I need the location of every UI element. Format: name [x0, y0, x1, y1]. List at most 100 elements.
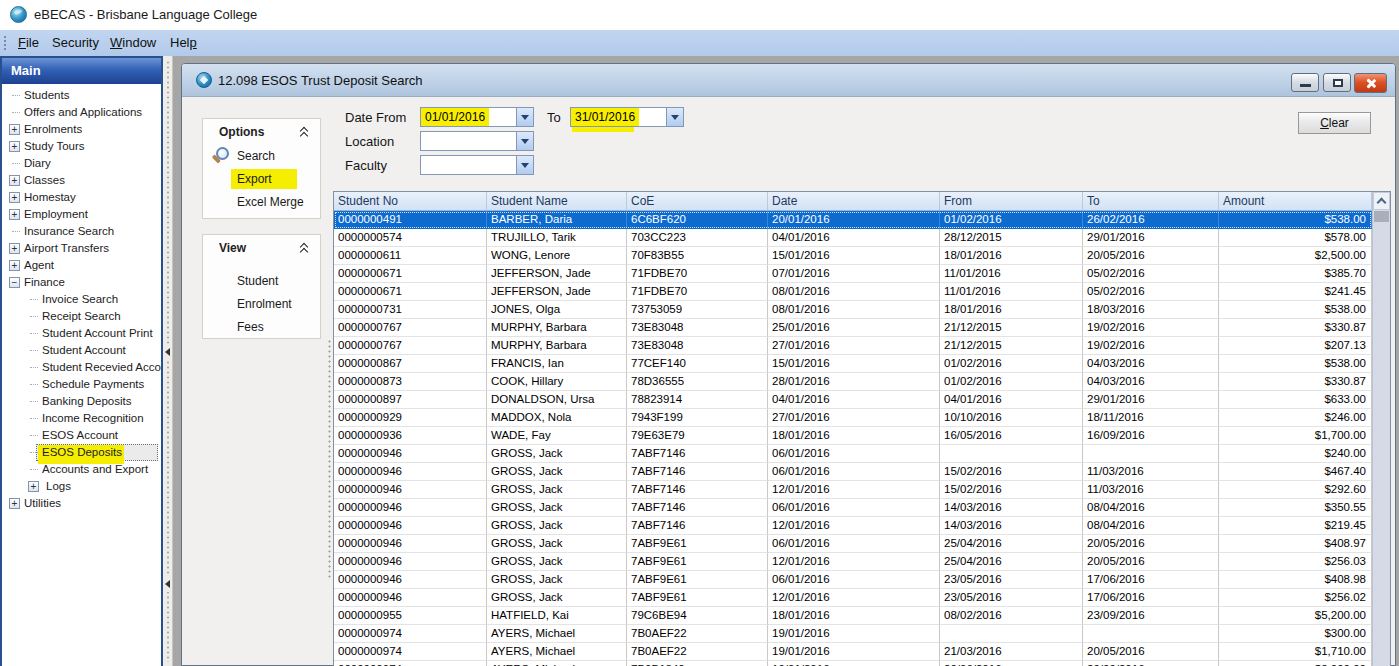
scroll-thumb[interactable]: [1374, 211, 1389, 222]
collapse-panel-icon[interactable]: [299, 243, 310, 255]
sidebar-item-utilities[interactable]: +Utilities: [2, 495, 161, 512]
table-row[interactable]: 0000000671JEFFERSON, Jade71FDBE7007/01/2…: [334, 265, 1372, 283]
sidebar-item-study-tours[interactable]: +Study Tours: [2, 138, 161, 155]
scroll-up-button[interactable]: [1373, 192, 1390, 210]
sidebar-item-esos-account[interactable]: ESOS Account: [2, 427, 161, 444]
option-student[interactable]: Student: [203, 270, 320, 293]
expand-icon[interactable]: +: [28, 481, 39, 492]
sidebar-item-student-account-print[interactable]: Student Account Print: [2, 325, 161, 342]
sidebar-item-schedule-payments[interactable]: Schedule Payments: [2, 376, 161, 393]
vertical-scrollbar[interactable]: [1372, 192, 1390, 666]
column-header-from[interactable]: From: [940, 192, 1083, 210]
table-row[interactable]: 0000000897DONALDSON, Ursa7882391404/01/2…: [334, 391, 1372, 409]
table-row[interactable]: 0000000946GROSS, Jack7ABF714612/01/20161…: [334, 517, 1372, 535]
collapse-left-icon[interactable]: [165, 348, 170, 356]
option-enrolment[interactable]: Enrolment: [203, 293, 320, 316]
sidebar-item-invoice-search[interactable]: Invoice Search: [2, 291, 161, 308]
table-row[interactable]: 0000000731JONES, Olga7375305908/01/20161…: [334, 301, 1372, 319]
collapse-panel-icon[interactable]: [299, 127, 310, 139]
column-header-student-no[interactable]: Student No: [334, 192, 487, 210]
table-row[interactable]: 0000000671JEFFERSON, Jade71FDBE7008/01/2…: [334, 283, 1372, 301]
sidebar-item-student-account[interactable]: Student Account: [2, 342, 161, 359]
table-row[interactable]: 0000000946GROSS, Jack7ABF9E6106/01/20162…: [334, 571, 1372, 589]
table-row[interactable]: 0000000955HATFIELD, Kai79C6BE9418/01/201…: [334, 607, 1372, 625]
menu-file[interactable]: File: [18, 30, 39, 56]
option-search[interactable]: Search: [203, 145, 320, 168]
table-row[interactable]: 0000000929MADDOX, Nola7943F19927/01/2016…: [334, 409, 1372, 427]
table-row[interactable]: 0000000946GROSS, Jack7ABF714606/01/2016$…: [334, 445, 1372, 463]
sidebar-splitter[interactable]: [163, 56, 173, 666]
column-header-coe[interactable]: CoE: [627, 192, 768, 210]
option-export[interactable]: Export: [203, 168, 320, 191]
sidebar-item-homestay[interactable]: +Homestay: [2, 189, 161, 206]
menu-window[interactable]: Window: [110, 30, 156, 56]
sidebar-item-offers-and-applications[interactable]: Offers and Applications: [2, 104, 161, 121]
options-panel-header[interactable]: Options: [203, 119, 320, 145]
sidebar-item-insurance-search[interactable]: Insurance Search: [2, 223, 161, 240]
sidebar-item-finance[interactable]: −Finance: [2, 274, 161, 291]
sidebar-item-student-recevied-accou[interactable]: Student Recevied Accou: [2, 359, 161, 376]
date-from-dropdown-button[interactable]: [516, 108, 533, 126]
table-row[interactable]: 0000000867FRANCIS, Ian77CEF14015/01/2016…: [334, 355, 1372, 373]
menu-help[interactable]: Help: [170, 30, 197, 56]
table-row[interactable]: 0000000936WADE, Fay79E63E7918/01/201616/…: [334, 427, 1372, 445]
sidebar-item-logs[interactable]: +Logs: [2, 478, 161, 495]
menu-security[interactable]: Security: [52, 30, 99, 56]
table-row[interactable]: 0000000946GROSS, Jack7ABF9E6112/01/20162…: [334, 553, 1372, 571]
date-to-combobox[interactable]: 31/01/2016: [570, 107, 684, 127]
table-row[interactable]: 0000000767MURPHY, Barbara73E8304827/01/2…: [334, 337, 1372, 355]
expand-icon[interactable]: +: [9, 498, 20, 509]
location-value[interactable]: [421, 132, 516, 150]
table-row[interactable]: 0000000946GROSS, Jack7ABF714606/01/20161…: [334, 463, 1372, 481]
column-header-to[interactable]: To: [1083, 192, 1219, 210]
table-row[interactable]: 0000000946GROSS, Jack7ABF9E6106/01/20162…: [334, 535, 1372, 553]
clear-button[interactable]: Clear: [1298, 112, 1371, 134]
sidebar-item-receipt-search[interactable]: Receipt Search: [2, 308, 161, 325]
close-button[interactable]: [1354, 73, 1387, 93]
table-row[interactable]: 0000000767MURPHY, Barbara73E8304825/01/2…: [334, 319, 1372, 337]
faculty-dropdown-button[interactable]: [516, 156, 533, 174]
sidebar-item-students[interactable]: Students: [2, 87, 161, 104]
window-titlebar[interactable]: 12.098 ESOS Trust Deposit Search: [182, 64, 1395, 97]
date-to-dropdown-button[interactable]: [666, 108, 683, 126]
expand-icon[interactable]: +: [9, 243, 20, 254]
sidebar-item-classes[interactable]: +Classes: [2, 172, 161, 189]
sidebar-item-diary[interactable]: Diary: [2, 155, 161, 172]
location-dropdown-button[interactable]: [516, 132, 533, 150]
collapse-left-icon[interactable]: [165, 580, 170, 588]
sidebar-item-income-recognition[interactable]: Income Recognition: [2, 410, 161, 427]
column-header-student-name[interactable]: Student Name: [487, 192, 627, 210]
sidebar-item-banking-deposits[interactable]: Banking Deposits: [2, 393, 161, 410]
date-from-combobox[interactable]: 01/01/2016: [420, 107, 534, 127]
collapse-icon[interactable]: −: [9, 277, 20, 288]
expand-icon[interactable]: +: [9, 209, 20, 220]
sidebar-item-enrolments[interactable]: +Enrolments: [2, 121, 161, 138]
table-row[interactable]: 0000000611WONG, Lenore70F83B5515/01/2016…: [334, 247, 1372, 265]
location-combobox[interactable]: [420, 131, 534, 151]
date-to-value[interactable]: 31/01/2016: [571, 108, 666, 126]
maximize-button[interactable]: [1323, 73, 1351, 92]
column-header-amount[interactable]: Amount: [1219, 192, 1372, 210]
date-from-value[interactable]: 01/01/2016: [421, 108, 516, 126]
expand-icon[interactable]: +: [9, 124, 20, 135]
table-row[interactable]: 0000000974AYERS, Michael7B0B134019/01/20…: [334, 661, 1372, 666]
faculty-combobox[interactable]: [420, 155, 534, 175]
sidebar-item-accounts-and-export[interactable]: Accounts and Export: [2, 461, 161, 478]
view-panel-header[interactable]: View: [203, 235, 320, 261]
table-row[interactable]: 0000000946GROSS, Jack7ABF714612/01/20161…: [334, 481, 1372, 499]
table-row[interactable]: 0000000946GROSS, Jack7ABF714606/01/20161…: [334, 499, 1372, 517]
sidebar-item-esos-deposits[interactable]: ESOS Deposits: [2, 444, 161, 461]
table-row[interactable]: 0000000974AYERS, Michael7B0AEF2219/01/20…: [334, 643, 1372, 661]
table-row[interactable]: 0000000873COOK, Hillary78D3655528/01/201…: [334, 373, 1372, 391]
table-row[interactable]: 0000000946GROSS, Jack7ABF9E6112/01/20162…: [334, 589, 1372, 607]
expand-icon[interactable]: +: [9, 141, 20, 152]
expand-icon[interactable]: +: [9, 192, 20, 203]
expand-icon[interactable]: +: [9, 175, 20, 186]
sidebar-item-agent[interactable]: +Agent: [2, 257, 161, 274]
faculty-value[interactable]: [421, 156, 516, 174]
grid-splitter-grip[interactable]: [327, 339, 332, 579]
table-row[interactable]: 0000000574TRUJILLO, Tarik703CC22304/01/2…: [334, 229, 1372, 247]
option-fees[interactable]: Fees: [203, 316, 320, 339]
minimize-button[interactable]: [1291, 73, 1319, 92]
sidebar-item-airport-transfers[interactable]: +Airport Transfers: [2, 240, 161, 257]
